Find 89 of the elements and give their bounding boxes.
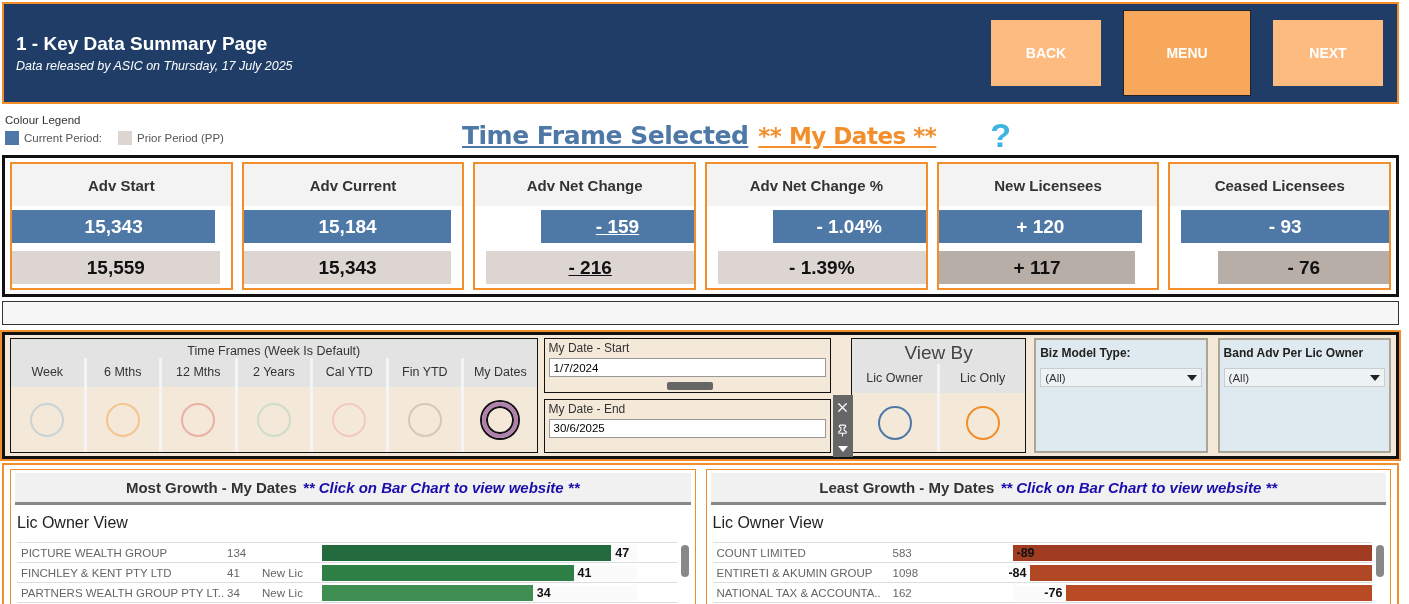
adviser-count: 1098	[892, 566, 920, 579]
view-by-title: View By	[903, 341, 974, 364]
bar-value: 47	[614, 544, 631, 561]
prior-period-value: 15,559	[12, 251, 220, 284]
bar-value: -76	[1043, 584, 1064, 601]
current-period-value: + 120	[938, 210, 1143, 243]
bar-value: -89	[1015, 544, 1036, 561]
time-frame-option[interactable]: Week	[11, 358, 84, 387]
panel-title: Least Growth - My Dates ** Click on Bar Chart to view website **	[710, 473, 1386, 505]
radio-button[interactable]	[877, 405, 912, 440]
owner-name[interactable]: ENTIRETI & AKUMIN GROUP	[712, 566, 893, 579]
time-frame-option[interactable]: 12 Mths	[162, 358, 235, 387]
filter-label: Band Adv Per Lic Owner	[1223, 345, 1365, 360]
new-licensee-tag: New Lic	[262, 566, 303, 579]
time-frames-title: Time Frames (Week Is Default)	[11, 339, 537, 358]
time-frame-option[interactable]: Fin YTD	[388, 358, 462, 387]
date-field[interactable]: 30/6/2025	[548, 418, 826, 438]
panel-subtitle: Lic Owner View	[16, 513, 129, 533]
growth-bar[interactable]	[1012, 544, 1372, 561]
legend-label: Current Period:	[24, 132, 102, 144]
view-by-option[interactable]: Lic Only	[940, 364, 1026, 393]
kpi-title: Adv Net Change %	[707, 164, 926, 206]
current-period-value: 15,184	[243, 210, 452, 243]
resize-handle[interactable]	[666, 382, 713, 390]
kpi-title: Ceased Licensees	[1170, 164, 1390, 206]
owner-name[interactable]: PICTURE WEALTH GROUP	[17, 546, 227, 559]
current-period-value[interactable]: - 159	[540, 210, 694, 243]
radio-button[interactable]	[965, 405, 1000, 440]
current-period-value: 15,343	[12, 210, 216, 243]
adviser-count: 134	[227, 546, 248, 559]
growth-bar[interactable]	[322, 564, 574, 581]
date-field[interactable]: 1/7/2024	[548, 358, 826, 377]
adviser-count: 41	[227, 566, 241, 579]
time-frame-option[interactable]: 6 Mths	[86, 358, 160, 387]
kpi-title: Adv Current	[243, 164, 463, 206]
kpi-title: New Licensees	[938, 164, 1158, 206]
growth-bar[interactable]	[322, 544, 612, 561]
panel-subtitle: Lic Owner View	[711, 513, 825, 533]
instruction-text: ** Click on Bar Chart to view website **	[1000, 479, 1278, 496]
radio-button[interactable]	[482, 401, 519, 438]
page-title: 1 - Key Data Summary Page	[16, 33, 269, 55]
growth-bar[interactable]	[1030, 564, 1372, 581]
prior-period-value: - 1.39%	[717, 251, 926, 284]
release-note: Data released by ASIC on Thursday, 17 July 2025	[16, 59, 293, 73]
time-frame-option[interactable]: My Dates	[464, 358, 537, 387]
prior-period-value: 15,343	[243, 251, 452, 284]
prior-period-value: - 76	[1218, 251, 1390, 284]
adviser-count: 34	[227, 586, 241, 599]
legend-label: Prior Period (PP)	[137, 132, 224, 144]
filter-dropdown[interactable]: (All)	[1223, 368, 1385, 387]
instruction-text: ** Click on Bar Chart to view website **	[302, 479, 580, 496]
time-frame-option[interactable]: Cal YTD	[313, 358, 386, 387]
kpi-title: Adv Start	[12, 164, 231, 206]
date-label: My Date - Start	[548, 341, 631, 355]
time-frame-option[interactable]: 2 Years	[237, 358, 311, 387]
scrollbar-thumb[interactable]	[680, 545, 689, 577]
time-frame-label: Time Frame Selected	[462, 121, 749, 150]
adviser-count: 162	[892, 586, 913, 599]
kpi-title: Adv Net Change	[475, 164, 694, 206]
caret-icon	[1370, 374, 1380, 381]
prior-period-value[interactable]: - 216	[486, 251, 694, 284]
new-licensee-tag: New Lic	[262, 586, 303, 599]
owner-name[interactable]: PARTNERS WEALTH GROUP PTY LT..	[17, 586, 227, 599]
bar-value: 34	[535, 584, 552, 601]
owner-name[interactable]: COUNT LIMITED	[712, 546, 893, 559]
owner-name[interactable]: FINCHLEY & KENT PTY LTD	[17, 566, 227, 579]
view-by-option[interactable]: Lic Owner	[851, 364, 938, 393]
radio-button[interactable]	[407, 402, 442, 437]
growth-bar[interactable]	[322, 584, 533, 601]
scrollbar-thumb[interactable]	[1376, 545, 1384, 577]
radio-button[interactable]	[105, 402, 140, 437]
panel-title: Most Growth - My Dates ** Click on Bar Chart to view website **	[15, 473, 691, 505]
prior-period-value: + 117	[938, 251, 1136, 284]
adviser-count: 583	[892, 546, 913, 559]
bar-value: 41	[576, 564, 593, 581]
current-period-value: - 1.04%	[772, 210, 926, 243]
time-frame-value: ** My Dates **	[758, 122, 937, 149]
pin-icon[interactable]	[836, 424, 850, 437]
radio-button[interactable]	[181, 402, 216, 437]
current-period-value: - 93	[1181, 210, 1390, 243]
caret-icon[interactable]	[837, 446, 848, 453]
date-label: My Date - End	[548, 401, 627, 416]
caret-icon	[1186, 374, 1197, 381]
bar-value: -84	[1007, 564, 1028, 581]
growth-bar[interactable]	[1066, 584, 1372, 601]
owner-name[interactable]: NATIONAL TAX & ACCOUNTA..	[712, 586, 893, 599]
filter-dropdown[interactable]: (All)	[1040, 368, 1202, 387]
legend-title: Colour Legend	[5, 114, 82, 126]
filter-label: Biz Model Type:	[1040, 345, 1132, 360]
